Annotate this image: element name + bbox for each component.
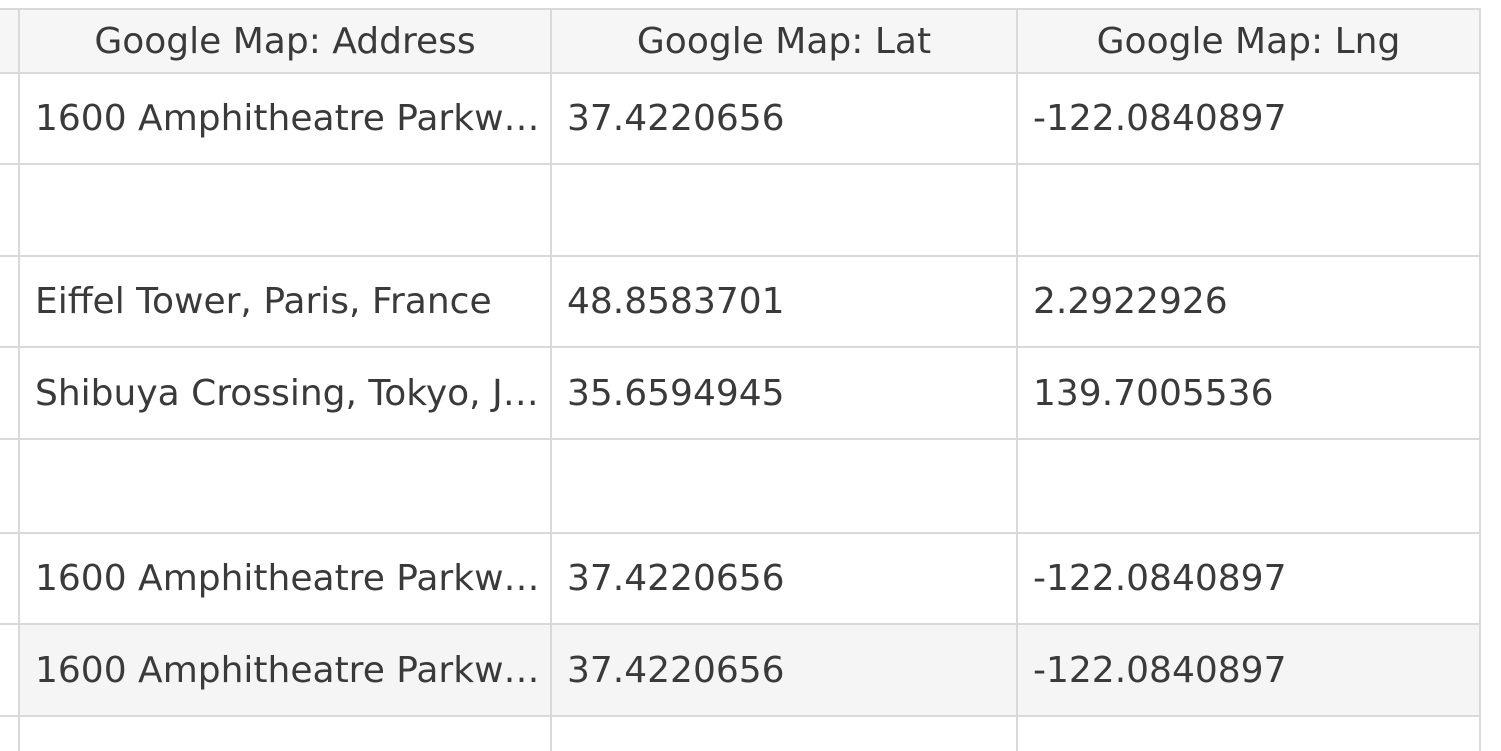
cell-lng[interactable]: -122.0840897 xyxy=(1018,625,1481,717)
cell-lng[interactable]: -122.0840897 xyxy=(1018,534,1481,625)
column-header-lng[interactable]: Google Map: Lng xyxy=(1018,8,1481,74)
table-row[interactable] xyxy=(0,440,1481,534)
cell-address[interactable] xyxy=(20,717,552,751)
column-header-label: Google Map: Lat xyxy=(636,20,932,62)
cell-address[interactable]: 1600 Amphitheatre Parkwa... xyxy=(20,74,552,165)
cell-address[interactable]: 1600 Amphitheatre Parkwa... xyxy=(20,625,552,717)
column-header-lat[interactable]: Google Map: Lat xyxy=(552,8,1018,74)
cell-lng[interactable]: 2.2922926 xyxy=(1018,257,1481,348)
row-stub xyxy=(0,440,20,534)
cell-address[interactable] xyxy=(20,165,552,257)
cell-address[interactable]: 1600 Amphitheatre Parkwa... xyxy=(20,534,552,625)
row-stub xyxy=(0,717,20,751)
row-stub xyxy=(0,348,20,440)
cell-lng[interactable] xyxy=(1018,165,1481,257)
row-header-stub xyxy=(0,8,20,74)
cell-lng[interactable]: 139.7005536 xyxy=(1018,348,1481,440)
table-header-row: Google Map: Address Google Map: Lat Goog… xyxy=(0,8,1481,74)
table-row[interactable]: 1600 Amphitheatre Parkwa... 37.4220656 -… xyxy=(0,534,1481,625)
cell-lat[interactable]: 37.4220656 xyxy=(552,74,1018,165)
cell-lng[interactable] xyxy=(1018,440,1481,534)
table-row[interactable] xyxy=(0,717,1481,751)
row-stub xyxy=(0,534,20,625)
column-header-address[interactable]: Google Map: Address xyxy=(20,8,552,74)
column-header-label: Google Map: Lng xyxy=(1096,20,1401,62)
table-row[interactable]: Shibuya Crossing, Tokyo, Ja... 35.659494… xyxy=(0,348,1481,440)
row-stub xyxy=(0,165,20,257)
cell-lng[interactable]: -122.0840897 xyxy=(1018,74,1481,165)
cell-lat[interactable] xyxy=(552,717,1018,751)
table-row[interactable]: 1600 Amphitheatre Parkwa... 37.4220656 -… xyxy=(0,74,1481,165)
row-stub xyxy=(0,257,20,348)
cell-lat[interactable] xyxy=(552,165,1018,257)
table-row[interactable]: Eiffel Tower, Paris, France 48.8583701 2… xyxy=(0,257,1481,348)
row-stub xyxy=(0,74,20,165)
cell-lat[interactable]: 37.4220656 xyxy=(552,625,1018,717)
table-row[interactable] xyxy=(0,165,1481,257)
cell-lat[interactable] xyxy=(552,440,1018,534)
data-grid: Google Map: Address Google Map: Lat Goog… xyxy=(0,0,1501,751)
cell-address[interactable]: Eiffel Tower, Paris, France xyxy=(20,257,552,348)
cell-lat[interactable]: 37.4220656 xyxy=(552,534,1018,625)
column-header-label: Google Map: Address xyxy=(94,20,476,62)
cell-lng[interactable] xyxy=(1018,717,1481,751)
cell-lat[interactable]: 35.6594945 xyxy=(552,348,1018,440)
row-stub xyxy=(0,625,20,717)
cell-address[interactable] xyxy=(20,440,552,534)
cell-lat[interactable]: 48.8583701 xyxy=(552,257,1018,348)
cell-address[interactable]: Shibuya Crossing, Tokyo, Ja... xyxy=(20,348,552,440)
table-row-hovered[interactable]: 1600 Amphitheatre Parkwa... 37.4220656 -… xyxy=(0,625,1481,717)
